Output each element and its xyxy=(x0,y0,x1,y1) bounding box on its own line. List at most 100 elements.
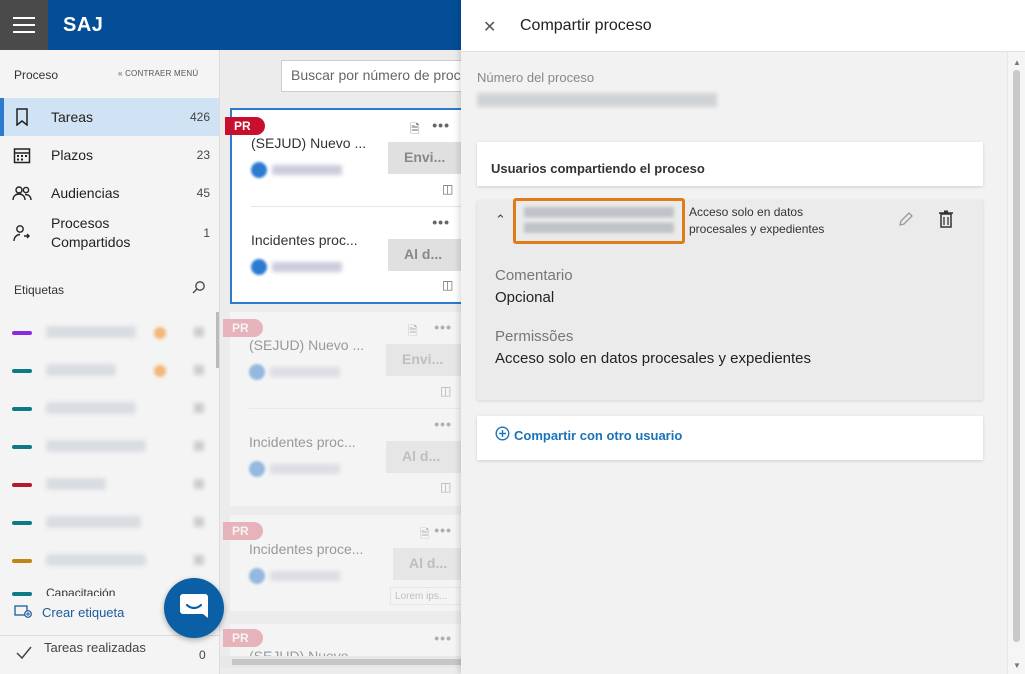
pr-badge: PR xyxy=(223,522,263,540)
task-title: Incidentes proc... xyxy=(251,232,358,248)
sidebar-scrollbar[interactable] xyxy=(216,312,219,368)
scroll-down-icon[interactable]: ▼ xyxy=(1013,661,1021,670)
task-assignee xyxy=(270,464,340,474)
panel-header: ✕ Compartir proceso xyxy=(461,0,1025,52)
shared-user-icon xyxy=(12,223,32,243)
avatar xyxy=(251,162,267,178)
process-number-label: Número del proceso xyxy=(477,70,595,85)
document-icon[interactable]: 🗎 xyxy=(408,322,418,343)
add-comment-icon[interactable]: ◫ xyxy=(440,384,451,398)
task-action-button[interactable]: Al d... xyxy=(386,441,461,473)
tag-name xyxy=(46,440,146,452)
people-icon xyxy=(12,183,32,203)
completed-tasks-item[interactable]: Tareas realizadas 0 xyxy=(0,635,219,674)
scrollbar-thumb[interactable] xyxy=(1013,70,1020,642)
sidebar-item-plazos[interactable]: Plazos 23 xyxy=(0,136,219,174)
sidebar-item-tareas[interactable]: Tareas 426 xyxy=(0,98,219,136)
more-options-icon[interactable]: ••• xyxy=(434,522,452,538)
tag-count xyxy=(194,403,204,413)
scrollbar-thumb[interactable] xyxy=(232,659,461,665)
tag-name: Capacitación xyxy=(46,586,116,596)
panel-scrollbar[interactable]: ▲ ▼ xyxy=(1007,52,1025,674)
check-icon xyxy=(16,646,32,665)
document-icon[interactable]: 🗎 xyxy=(420,525,430,546)
sidebar-item-count: 45 xyxy=(196,186,210,200)
app-root: SAJ Proceso « CONTRAER MENÚ Tareas 426 P… xyxy=(0,0,1025,674)
close-icon[interactable]: ✕ xyxy=(483,17,496,37)
create-tag-label: Crear etiqueta xyxy=(42,605,125,620)
avatar xyxy=(249,364,265,380)
tag-item[interactable] xyxy=(12,436,212,456)
collapse-menu-button[interactable]: « CONTRAER MENÚ xyxy=(118,69,198,78)
task-action-button[interactable]: Al d... xyxy=(388,239,461,271)
share-process-panel: ✕ Compartir proceso Número del proceso U… xyxy=(461,0,1025,674)
more-options-icon[interactable]: ••• xyxy=(432,214,450,230)
tag-item[interactable] xyxy=(12,550,212,570)
task-card[interactable]: PR 🗎 ••• (SEJUD) Nuevo ... Envi... ◫ •••… xyxy=(225,108,461,304)
task-card[interactable]: PR 🗎 ••• (SEJUD) Nuevo ... Envi... ◫ •••… xyxy=(223,312,461,506)
tag-name xyxy=(46,326,136,338)
tag-count xyxy=(194,365,204,375)
tag-count xyxy=(194,479,204,489)
avatar xyxy=(249,461,265,477)
tag-item[interactable] xyxy=(12,474,212,494)
more-options-icon[interactable]: ••• xyxy=(434,416,452,432)
chat-button[interactable] xyxy=(164,578,224,638)
task-assignee xyxy=(272,165,342,175)
tag-color xyxy=(12,369,32,373)
completed-tasks-label: Tareas realizadas xyxy=(44,640,146,655)
document-icon[interactable]: 🗎 xyxy=(410,120,420,141)
add-comment-icon[interactable]: ◫ xyxy=(442,278,453,292)
tag-count xyxy=(194,517,204,527)
shared-user-item: ⌃ Acceso solo en datos procesales y expe… xyxy=(477,198,983,400)
sidebar-item-label: Audiencias xyxy=(51,184,120,201)
avatar xyxy=(249,568,265,584)
completed-tasks-count: 0 xyxy=(199,648,206,662)
shared-users-header: Usuarios compartiendo el proceso xyxy=(477,142,983,186)
sidebar-item-audiencias[interactable]: Audiencias 45 xyxy=(0,174,219,212)
task-title: Incidentes proc... xyxy=(249,434,356,450)
add-comment-icon[interactable]: ◫ xyxy=(442,182,453,196)
more-options-icon[interactable]: ••• xyxy=(434,319,452,335)
bookmark-icon xyxy=(12,107,32,127)
sidebar-item-label: Plazos xyxy=(51,146,94,163)
task-card[interactable]: PR 🗎 ••• Incidentes proce... Al d... Lor… xyxy=(223,515,461,611)
pr-badge: PR xyxy=(223,319,263,337)
search-icon[interactable] xyxy=(192,280,206,299)
more-options-icon[interactable]: ••• xyxy=(434,630,452,646)
process-number-value xyxy=(477,93,717,107)
tag-name xyxy=(46,364,116,376)
delete-icon[interactable] xyxy=(939,210,953,233)
avatar xyxy=(251,259,267,275)
panel-title: Compartir proceso xyxy=(520,17,652,34)
task-action-button[interactable]: Envi... xyxy=(388,142,461,174)
edit-icon[interactable] xyxy=(897,210,915,233)
tag-color xyxy=(12,407,32,411)
more-options-icon[interactable]: ••• xyxy=(432,117,450,133)
user-access-summary: Acceso solo en datos procesales y expedi… xyxy=(689,205,825,236)
tag-badge xyxy=(154,365,166,377)
hamburger-menu-icon[interactable] xyxy=(0,0,48,50)
calendar-icon xyxy=(12,145,32,165)
task-action-button[interactable]: Al d... xyxy=(393,548,461,580)
sidebar-item-procesos-compartidos[interactable]: Procesos Compartidos 1 xyxy=(0,212,219,254)
horizontal-scrollbar[interactable] xyxy=(220,656,461,668)
tag-item[interactable] xyxy=(12,360,212,380)
pr-badge: PR xyxy=(223,629,263,647)
add-comment-icon[interactable]: ◫ xyxy=(440,480,451,494)
search-input[interactable]: Buscar por número de proceso xyxy=(281,60,461,92)
task-action-button[interactable]: Envi... xyxy=(386,344,461,376)
add-tag-icon xyxy=(14,604,32,621)
create-tag-button[interactable]: Crear etiqueta xyxy=(14,604,124,621)
pr-badge: PR xyxy=(225,117,265,135)
lorem-tag[interactable]: Lorem ips... xyxy=(390,587,461,605)
permissions-value: Acceso solo en datos procesales y expedi… xyxy=(495,350,812,367)
tag-color xyxy=(12,521,32,525)
tag-item[interactable] xyxy=(12,398,212,418)
tag-item[interactable] xyxy=(12,322,212,342)
permissions-label: Permissões xyxy=(495,328,574,345)
chevron-up-icon[interactable]: ⌃ xyxy=(495,212,506,228)
scroll-up-icon[interactable]: ▲ xyxy=(1013,58,1021,67)
tag-item[interactable] xyxy=(12,512,212,532)
share-with-user-button[interactable]: Compartir con otro usuario xyxy=(495,426,682,444)
